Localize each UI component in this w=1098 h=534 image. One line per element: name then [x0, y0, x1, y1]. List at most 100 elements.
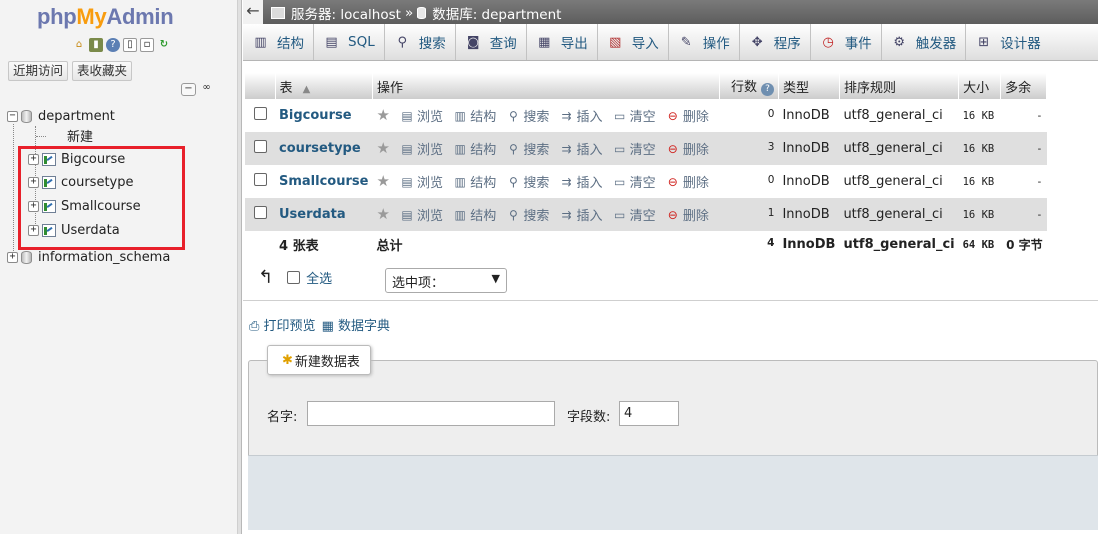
browse-icon: ▤ [401, 108, 413, 123]
browse-action[interactable]: ▤ 浏览 [400, 172, 443, 192]
drop-action[interactable]: ⊖ 删除 [666, 139, 709, 159]
drop-action[interactable]: ⊖ 删除 [666, 205, 709, 225]
table-name-input[interactable] [307, 401, 555, 426]
favorite-star-icon[interactable]: ★ [376, 139, 389, 157]
table-name-link[interactable]: Smallcourse [279, 174, 368, 189]
insert-action[interactable]: ⇉ 插入 [560, 139, 602, 159]
browse-action[interactable]: ▤ 浏览 [400, 205, 443, 225]
insert-action[interactable]: ⇉ 插入 [560, 172, 602, 192]
structure-action[interactable]: ▥ 结构 [453, 205, 497, 225]
tab-events[interactable]: ◷ 事件 [811, 24, 882, 60]
collapse-icon[interactable]: − [7, 110, 18, 122]
drop-action[interactable]: ⊖ 删除 [666, 106, 709, 126]
header-size[interactable]: 大小 [958, 73, 1002, 99]
header-collation[interactable]: 排序规则 [839, 73, 960, 99]
tree-db-information-schema[interactable]: + information_schema [7, 247, 170, 267]
breadcrumb-server[interactable]: 服务器: localhost [291, 3, 401, 23]
size[interactable]: 16 KB [963, 110, 995, 122]
table-name-link[interactable]: Userdata [279, 207, 346, 222]
tab-operations[interactable]: ✎ 操作 [669, 24, 740, 60]
tree-new-table[interactable]: 新建 [48, 125, 93, 145]
header-type[interactable]: 类型 [778, 73, 840, 99]
empty-action[interactable]: ▭ 清空 [613, 106, 656, 126]
data-dictionary-link[interactable]: ▦ 数据字典 [322, 315, 390, 334]
size[interactable]: 16 KB [963, 176, 995, 188]
tab-export[interactable]: ▦ 导出 [527, 24, 598, 60]
fields-count-input[interactable]: 4 [619, 401, 679, 426]
favorites-tab[interactable]: 表收藏夹 [72, 61, 133, 81]
favorite-star-icon[interactable]: ★ [376, 205, 389, 223]
search-action[interactable]: ⚲ 搜索 [506, 172, 549, 192]
search-action[interactable]: ⚲ 搜索 [506, 139, 549, 159]
reload-icon[interactable]: ↻ [157, 38, 171, 52]
row-checkbox[interactable] [253, 206, 267, 219]
create-table-legend[interactable]: ✱ 新建数据表 [267, 345, 371, 375]
table-name-link[interactable]: coursetype [279, 141, 361, 156]
size[interactable]: 16 KB [963, 143, 995, 155]
search-action[interactable]: ⚲ 搜索 [506, 106, 549, 126]
check-all-checkbox[interactable] [287, 271, 301, 284]
tab-structure[interactable]: ▥ 结构 [243, 24, 314, 60]
quick-icons: ⌂ ▮ ? ▯ ▫ ↻ [72, 38, 171, 52]
tab-search[interactable]: ⚲ 搜索 [385, 24, 456, 60]
header-table[interactable]: 表 ▲ [275, 73, 373, 99]
row-checkbox[interactable] [253, 107, 267, 120]
routines-icon: ✥ [751, 34, 763, 50]
favorite-star-icon[interactable]: ★ [376, 172, 389, 190]
import-icon: ▧ [609, 34, 622, 50]
insert-action[interactable]: ⇉ 插入 [560, 106, 602, 126]
delete-icon: ⊖ [667, 207, 678, 222]
link-with-main-button[interactable]: ∞ [199, 83, 214, 96]
delete-icon: ⊖ [667, 141, 678, 156]
new-table-icon: ✱ [282, 352, 293, 368]
back-arrow-icon[interactable]: ← [243, 0, 263, 24]
tab-import[interactable]: ▧ 导入 [598, 24, 669, 60]
name-label: 名字: [267, 410, 298, 425]
docs-icon[interactable]: ▯ [123, 38, 137, 52]
empty-action[interactable]: ▭ 清空 [613, 172, 656, 192]
browse-action[interactable]: ▤ 浏览 [400, 139, 443, 159]
home-icon[interactable]: ⌂ [72, 38, 86, 52]
browse-action[interactable]: ▤ 浏览 [400, 106, 443, 126]
table-row: Userdata ★ ▤ 浏览 ▥ 结构 ⚲ 搜索 ⇉ 插入 ▭ 清空 ⊖ 删除 1 Inn… [245, 198, 1047, 231]
tab-sql[interactable]: ▤ SQL [314, 24, 385, 60]
sort-arrow-icon: ▲ [302, 83, 311, 95]
check-all-label[interactable]: 全选 [306, 268, 332, 287]
structure-action[interactable]: ▥ 结构 [453, 172, 497, 192]
collapse-all-button[interactable]: − [181, 83, 196, 96]
size[interactable]: 16 KB [963, 209, 995, 221]
table-name-link[interactable]: Bigcourse [279, 108, 352, 123]
header-overhead[interactable]: 多余 [1000, 73, 1048, 99]
tab-designer[interactable]: ⊞ 设计器 [966, 24, 1050, 60]
tab-triggers[interactable]: ⚙ 触发器 [882, 24, 967, 60]
print-preview-link[interactable]: ⎙ 打印预览 [249, 315, 316, 334]
structure-action[interactable]: ▥ 结构 [453, 106, 497, 126]
breadcrumb-database[interactable]: 数据库: department [432, 3, 561, 23]
insert-icon: ⇉ [561, 108, 572, 123]
empty-action[interactable]: ▭ 清空 [613, 139, 656, 159]
drop-action[interactable]: ⊖ 删除 [666, 172, 709, 192]
collation: utf8_general_ci [839, 99, 959, 132]
empty-action[interactable]: ▭ 清空 [613, 205, 656, 225]
tab-routines[interactable]: ✥ 程序 [740, 24, 811, 60]
row-checkbox[interactable] [253, 140, 267, 153]
settings-icon[interactable]: ▫ [140, 38, 154, 52]
highlight-annotation-box [18, 146, 185, 250]
info-icon[interactable]: ? [760, 83, 774, 96]
sidebar-resizer[interactable] [238, 0, 242, 534]
header-rows[interactable]: 行数? [719, 73, 779, 99]
help-icon[interactable]: ? [106, 38, 120, 52]
total-rows: 4 [767, 236, 775, 249]
search-action[interactable]: ⚲ 搜索 [506, 205, 549, 225]
expand-icon[interactable]: + [7, 251, 18, 263]
insert-action[interactable]: ⇉ 插入 [560, 205, 602, 225]
logout-icon[interactable]: ▮ [89, 38, 103, 52]
with-selected-dropdown[interactable]: 选中项： ▼ [385, 268, 507, 293]
row-checkbox[interactable] [253, 173, 267, 186]
recent-tab[interactable]: 近期访问 [8, 61, 69, 81]
tab-query[interactable]: ◙ 查询 [456, 24, 527, 60]
tree-db-department[interactable]: − department [7, 106, 115, 126]
phpmyadmin-logo[interactable]: phpMyAdmin [37, 4, 174, 30]
favorite-star-icon[interactable]: ★ [376, 106, 389, 124]
structure-action[interactable]: ▥ 结构 [453, 139, 497, 159]
